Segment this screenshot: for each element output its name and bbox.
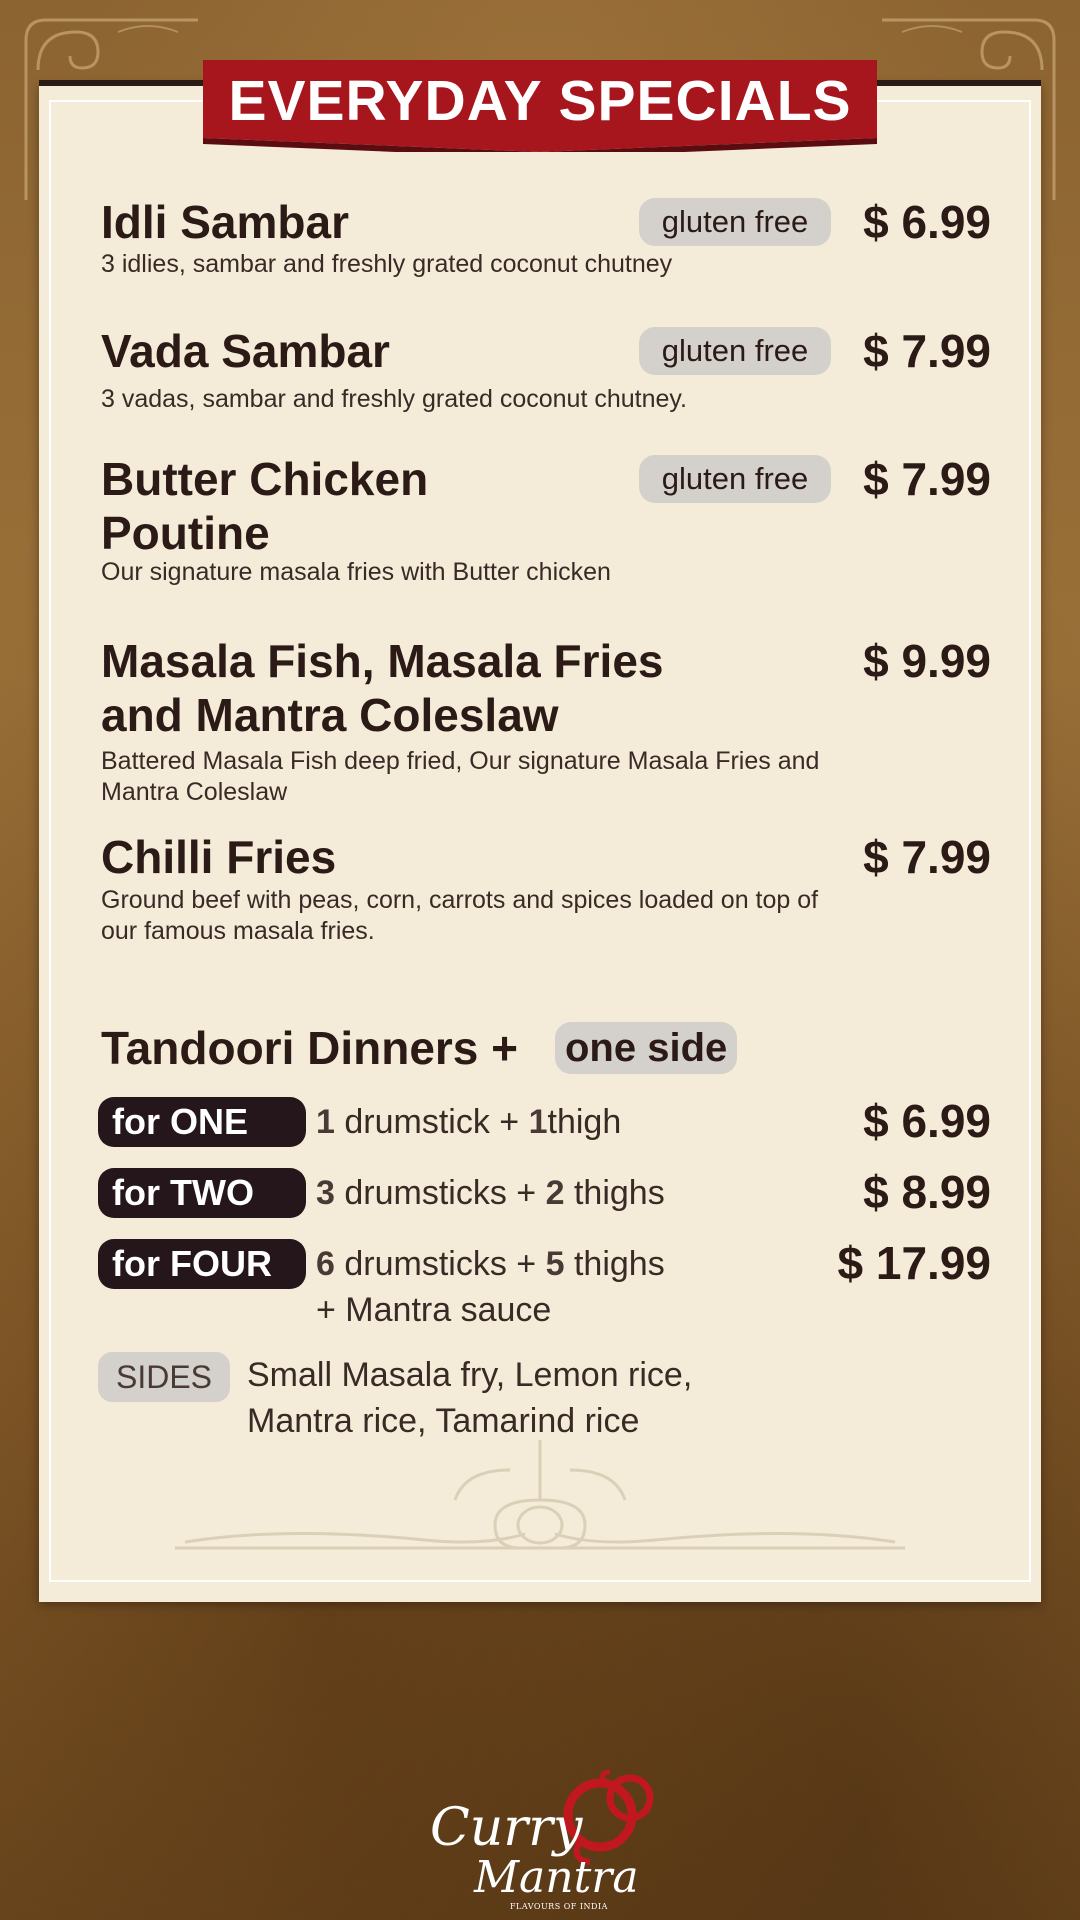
one-side-badge: one side bbox=[555, 1022, 738, 1074]
logo-tagline: FLAVOURS OF INDIA bbox=[510, 1902, 608, 1911]
item-name-line: Butter Chicken bbox=[101, 453, 429, 505]
logo-word-mantra: Mantra bbox=[474, 1852, 639, 1903]
item-name-line: Poutine bbox=[101, 507, 270, 559]
item-name: Butter Chicken Poutine bbox=[101, 452, 428, 560]
sides-line: Small Masala fry, Lemon rice, bbox=[247, 1356, 693, 1394]
logo-word-curry: Curry bbox=[430, 1798, 583, 1858]
brand-logo: Curry Mantra FLAVOURS OF INDIA bbox=[420, 1770, 660, 1911]
item-name: Chilli Fries bbox=[101, 831, 337, 883]
item-price: $ 7.99 bbox=[863, 831, 991, 883]
menu-item: Chilli Fries $ 7.99 Ground beef with pea… bbox=[101, 830, 991, 950]
portion-price: $ 17.99 bbox=[837, 1237, 991, 1289]
item-description: 3 vadas, sambar and freshly grated cocon… bbox=[101, 385, 687, 413]
portion-description: 3 drumsticks + 2 thighs bbox=[316, 1174, 665, 1212]
item-description: Battered Masala Fish deep fried, Our sig… bbox=[101, 746, 819, 808]
item-price: $ 6.99 bbox=[863, 196, 991, 248]
menu-item: Vada Sambar gluten free $ 7.99 3 vadas, … bbox=[101, 324, 991, 419]
item-description: Ground beef with peas, corn, carrots and… bbox=[101, 885, 818, 947]
item-name-line: Masala Fish, Masala Fries bbox=[101, 635, 664, 687]
portion-extra: + Mantra sauce bbox=[316, 1291, 552, 1329]
item-name: Idli Sambar bbox=[101, 196, 349, 248]
item-name: Masala Fish, Masala Fries and Mantra Col… bbox=[101, 634, 664, 742]
gluten-free-badge: gluten free bbox=[639, 327, 831, 375]
portion-label: for FOUR bbox=[98, 1239, 306, 1289]
item-description: Our signature masala fries with Butter c… bbox=[101, 558, 611, 586]
portion-label: for ONE bbox=[98, 1097, 306, 1147]
item-name: Vada Sambar bbox=[101, 325, 390, 377]
gluten-free-badge: gluten free bbox=[639, 455, 831, 503]
menu-item: Masala Fish, Masala Fries and Mantra Col… bbox=[101, 634, 991, 814]
item-description-line: Ground beef with peas, corn, carrots and… bbox=[101, 886, 819, 914]
tandoori-title: Tandoori Dinners + bbox=[101, 1022, 519, 1074]
item-description-line: Battered Masala Fish deep fried, Our sig… bbox=[101, 747, 820, 775]
page-title: EVERYDAY SPECIALS bbox=[228, 69, 852, 133]
item-name-line: and Mantra Coleslaw bbox=[101, 689, 559, 741]
portion-label: for TWO bbox=[98, 1168, 306, 1218]
item-description: 3 idlies, sambar and freshly grated coco… bbox=[101, 250, 673, 278]
item-price: $ 7.99 bbox=[863, 453, 991, 505]
ornament-flourish-icon bbox=[175, 1440, 905, 1550]
portion-price: $ 8.99 bbox=[863, 1166, 991, 1218]
item-price: $ 7.99 bbox=[863, 325, 991, 377]
portion-description: 1 drumstick + 1thigh bbox=[316, 1103, 622, 1141]
item-price: $ 9.99 bbox=[863, 635, 991, 687]
portion-description: 6 drumsticks + 5 thighs + Mantra sauce bbox=[316, 1241, 665, 1333]
item-description-line: Mantra Coleslaw bbox=[101, 778, 288, 806]
portion-price: $ 6.99 bbox=[863, 1095, 991, 1147]
item-description-line: our famous masala fries. bbox=[101, 917, 375, 945]
title-banner: EVERYDAY SPECIALS bbox=[203, 60, 877, 152]
sides-badge: SIDES bbox=[98, 1352, 230, 1402]
menu-item: Butter Chicken Poutine gluten free $ 7.9… bbox=[101, 452, 991, 592]
menu-item: Idli Sambar gluten free $ 6.99 3 idlies,… bbox=[101, 195, 991, 290]
gluten-free-badge: gluten free bbox=[639, 198, 831, 246]
